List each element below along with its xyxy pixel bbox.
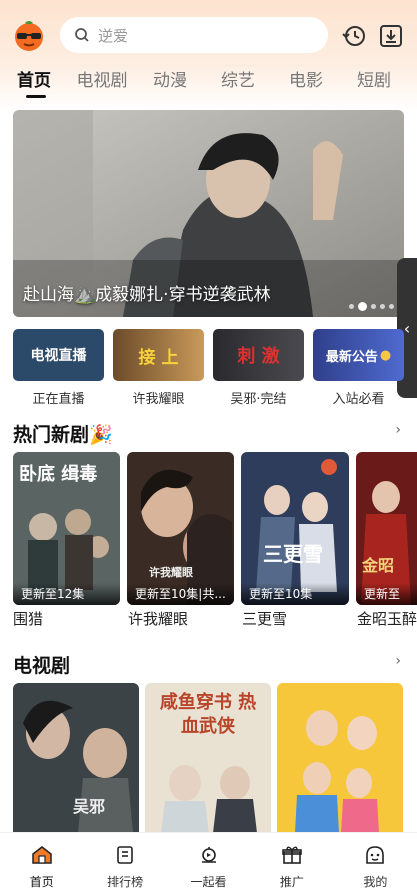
- quick-entry-image-text: 最新公告: [325, 349, 378, 365]
- nav-watch-together[interactable]: 一起看: [167, 833, 250, 889]
- poster-art-text: 许我耀眼: [149, 566, 193, 579]
- quick-entry-label: 入站必看: [332, 392, 385, 407]
- nav-ranking[interactable]: 排行榜: [83, 833, 166, 889]
- watch-together-icon: [201, 847, 216, 863]
- tv-poster-3[interactable]: [277, 683, 403, 833]
- poster-xu-wo-yao-yan[interactable]: 许我耀眼 更新至10集|共...: [127, 452, 234, 605]
- episode-badge: 更新至10集|共...: [127, 583, 234, 605]
- pagination-dot: [371, 304, 376, 309]
- home-icon: [31, 846, 52, 864]
- section-title-hot: 热门新剧🎉: [13, 424, 113, 446]
- poster-art-text: 吴邪: [73, 797, 106, 816]
- hot-more-chevron-icon[interactable]: ›: [395, 422, 401, 438]
- tv-more-chevron-icon[interactable]: ›: [395, 653, 401, 669]
- poster-jin-zhao-yu-zui[interactable]: 金昭 更新至: [356, 452, 417, 605]
- nav-label: 我的: [363, 875, 388, 889]
- quick-entry-wu-xie[interactable]: 刺 激 吴邪·完结: [213, 329, 304, 409]
- poster-title[interactable]: 许我耀眼: [128, 608, 188, 629]
- tab-tv-series[interactable]: 电视剧: [68, 60, 136, 100]
- quick-entry-label: 许我耀眼: [132, 392, 185, 407]
- lightbulb-icon: ●: [379, 347, 392, 363]
- poster-art-text: 卧底 缉毒: [19, 464, 98, 485]
- nav-label: 推广: [279, 875, 304, 889]
- episode-badge: 更新至10集: [241, 583, 349, 605]
- quick-entry-image-text: 电视直播: [30, 348, 87, 364]
- poster-san-geng-xue[interactable]: 三更雪 更新至10集: [241, 452, 349, 605]
- tv-poster-2[interactable]: 咸鱼穿书 热血武侠: [145, 683, 271, 833]
- nav-label: 首页: [29, 875, 54, 889]
- nav-promotion[interactable]: 推广: [250, 833, 333, 889]
- bottom-navigation: 首页 排行榜 一起看 推广 我的: [0, 832, 417, 889]
- search-icon: [75, 28, 89, 42]
- quick-entry-image: 电视直播: [13, 329, 104, 381]
- tab-anime[interactable]: 动漫: [136, 60, 204, 100]
- episode-badge: 更新至: [356, 583, 417, 605]
- poster-title[interactable]: 三更雪: [242, 608, 287, 629]
- quick-entry-xu-wo-yao-yan[interactable]: 接 上 许我耀眼: [113, 329, 204, 409]
- nav-profile[interactable]: 我的: [334, 833, 417, 889]
- category-tabs: 首页 电视剧 动漫 综艺 电影 短剧: [0, 60, 417, 100]
- tv-poster-1[interactable]: 吴邪: [13, 683, 139, 833]
- pagination-dot: [389, 304, 394, 309]
- banner-caption: 赴山海⛰️成毅娜扎·穿书逆袭武林: [23, 285, 271, 305]
- poster-art-text: 金昭: [362, 556, 395, 575]
- nav-home[interactable]: 首页: [0, 833, 83, 889]
- download-icon[interactable]: [377, 22, 405, 50]
- poster-art-text: 三更雪: [263, 542, 323, 566]
- poster-image: [277, 683, 403, 833]
- quick-entry-image: 最新公告 ●: [313, 329, 404, 381]
- quick-entry-image: 接 上: [113, 329, 204, 381]
- search-placeholder: 逆爱: [98, 26, 129, 45]
- history-icon[interactable]: [340, 22, 368, 50]
- pagination-dot: [349, 304, 354, 309]
- quick-entry-label: 吴邪·完结: [230, 392, 287, 407]
- poster-wei-lie[interactable]: 卧底 缉毒 更新至12集: [13, 452, 120, 605]
- quick-entry-label: 正在直播: [32, 392, 85, 407]
- poster-art-text: 咸鱼穿书 热血武侠: [159, 692, 257, 737]
- quick-entry-image: 刺 激: [213, 329, 304, 381]
- tab-movies[interactable]: 电影: [272, 60, 340, 100]
- poster-title[interactable]: 金昭玉醉: [357, 608, 417, 629]
- quick-entries: 电视直播 正在直播 接 上 许我耀眼 刺 激 吴邪·完结 最新公告 ● 入站必看: [13, 329, 404, 409]
- episode-badge: 更新至12集: [13, 583, 120, 605]
- app-logo-icon[interactable]: [12, 18, 46, 52]
- nav-label: 一起看: [190, 875, 227, 889]
- poster-title[interactable]: 围猎: [13, 608, 43, 629]
- tab-short-drama[interactable]: 短剧: [340, 60, 408, 100]
- quick-entry-image-text: 刺 激: [237, 346, 280, 367]
- banner-pagination: [349, 302, 394, 311]
- ranking-icon: [117, 846, 133, 864]
- pagination-dot: [380, 304, 385, 309]
- gift-icon: [282, 846, 302, 864]
- search-input[interactable]: 逆爱: [60, 17, 328, 53]
- section-title-tv: 电视剧: [13, 655, 71, 677]
- profile-icon: [366, 846, 385, 864]
- quick-entry-announcement[interactable]: 最新公告 ● 入站必看: [313, 329, 404, 409]
- quick-entry-live-tv[interactable]: 电视直播 正在直播: [13, 329, 104, 409]
- pagination-dot-active: [358, 302, 367, 311]
- tab-variety[interactable]: 综艺: [204, 60, 272, 100]
- quick-entry-image-text: 接 上: [138, 347, 179, 368]
- top-header: 逆爱: [0, 12, 417, 58]
- nav-label: 排行榜: [107, 875, 144, 889]
- chevron-left-icon: ‹: [403, 318, 411, 338]
- hero-banner[interactable]: 赴山海⛰️成毅娜扎·穿书逆袭武林: [13, 110, 404, 317]
- tab-home[interactable]: 首页: [0, 60, 68, 100]
